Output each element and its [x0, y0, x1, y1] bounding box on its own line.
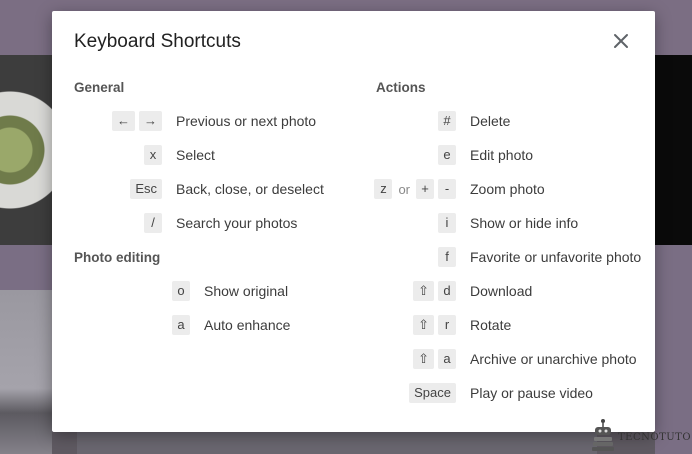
keyboard-shortcuts-dialog: Keyboard Shortcuts General ← → Previous … [52, 11, 655, 432]
shortcut-row-show-original: o Show original [52, 281, 352, 301]
shortcut-keys: f [352, 247, 456, 267]
key-right-arrow: → [139, 111, 162, 131]
key-o: o [172, 281, 190, 301]
dialog-title: Keyboard Shortcuts [74, 31, 241, 52]
key-a: a [172, 315, 190, 335]
shortcut-row-archive: ⇧ a Archive or unarchive photo [352, 349, 652, 369]
shortcut-label: Delete [470, 113, 511, 129]
shortcut-row-info: i Show or hide info [352, 213, 652, 233]
key-x: x [144, 145, 162, 165]
shortcut-label: Auto enhance [204, 317, 291, 333]
watermark-text: TECNOTUTO [618, 432, 692, 443]
shortcut-keys: ⇧ a [352, 349, 456, 369]
background-photo-grapes [0, 55, 52, 245]
shortcut-row-download: ⇧ d Download [352, 281, 652, 301]
background-strip-left [0, 245, 52, 290]
key-a: a [438, 349, 456, 369]
key-i: i [438, 213, 456, 233]
key-d: d [438, 281, 456, 301]
watermark: TECNOTUTO [590, 418, 692, 452]
shortcut-keys: Esc [52, 179, 162, 199]
background-photo-dark [655, 55, 692, 245]
section-heading-photo-editing: Photo editing [74, 250, 161, 265]
shortcut-keys: e [352, 145, 456, 165]
shortcut-row-auto-enhance: a Auto enhance [52, 315, 352, 335]
shortcut-keys: o [52, 281, 190, 301]
shortcut-row-play-pause: Space Play or pause video [352, 383, 652, 403]
shortcut-keys: ⇧ d [352, 281, 456, 301]
shortcut-label: Edit photo [470, 147, 534, 163]
shortcut-label: Play or pause video [470, 385, 593, 401]
background-photo-sky [0, 290, 52, 454]
shortcut-keys: x [52, 145, 162, 165]
shortcut-label: Rotate [470, 317, 512, 333]
shortcut-keys: Space [352, 383, 456, 403]
shortcut-row-favorite: f Favorite or unfavorite photo [352, 247, 652, 267]
or-separator: or [398, 181, 410, 197]
key-hash: # [438, 111, 456, 131]
section-heading-actions: Actions [376, 80, 426, 95]
shortcut-row-select: x Select [52, 145, 352, 165]
shortcut-keys: / [52, 213, 162, 233]
key-shift-icon: ⇧ [413, 349, 434, 369]
background-photo-bottom [77, 432, 597, 454]
shortcut-keys: ← → [52, 111, 162, 131]
robot-stack-logo-icon [592, 419, 614, 451]
key-z: z [374, 179, 393, 199]
shortcut-row-zoom-photo: z or + - Zoom photo [352, 179, 652, 199]
shortcut-row-search: / Search your photos [52, 213, 352, 233]
shortcut-label: Select [176, 147, 215, 163]
key-r: r [438, 315, 456, 335]
shortcut-row-back: Esc Back, close, or deselect [52, 179, 352, 199]
key-space: Space [409, 383, 456, 403]
shortcut-keys: # [352, 111, 456, 131]
section-heading-general: General [74, 80, 125, 95]
shortcut-label: Zoom photo [470, 181, 545, 197]
shortcut-row-edit-photo: e Edit photo [352, 145, 652, 165]
shortcut-keys: i [352, 213, 456, 233]
close-icon[interactable] [609, 29, 633, 53]
shortcut-keys: ⇧ r [352, 315, 456, 335]
shortcut-label: Show original [204, 283, 289, 299]
key-shift-icon: ⇧ [413, 281, 434, 301]
shortcut-label: Archive or unarchive photo [470, 351, 637, 367]
key-e: e [438, 145, 456, 165]
shortcut-keys: z or + - [352, 179, 456, 199]
shortcut-row-rotate: ⇧ r Rotate [352, 315, 652, 335]
shortcut-row-delete: # Delete [352, 111, 652, 131]
shortcut-label: Download [470, 283, 533, 299]
key-left-arrow: ← [112, 111, 135, 131]
key-f: f [438, 247, 456, 267]
shortcut-label: Show or hide info [470, 215, 579, 231]
shortcut-label: Previous or next photo [176, 113, 317, 129]
key-slash: / [144, 213, 162, 233]
key-minus: - [438, 179, 456, 199]
key-shift-icon: ⇧ [413, 315, 434, 335]
shortcut-label: Favorite or unfavorite photo [470, 249, 642, 265]
shortcut-keys: a [52, 315, 190, 335]
key-esc: Esc [130, 179, 162, 199]
shortcut-label: Search your photos [176, 215, 298, 231]
key-plus: + [416, 179, 434, 199]
shortcut-label: Back, close, or deselect [176, 181, 324, 197]
shortcut-row-previous-next: ← → Previous or next photo [52, 111, 352, 131]
